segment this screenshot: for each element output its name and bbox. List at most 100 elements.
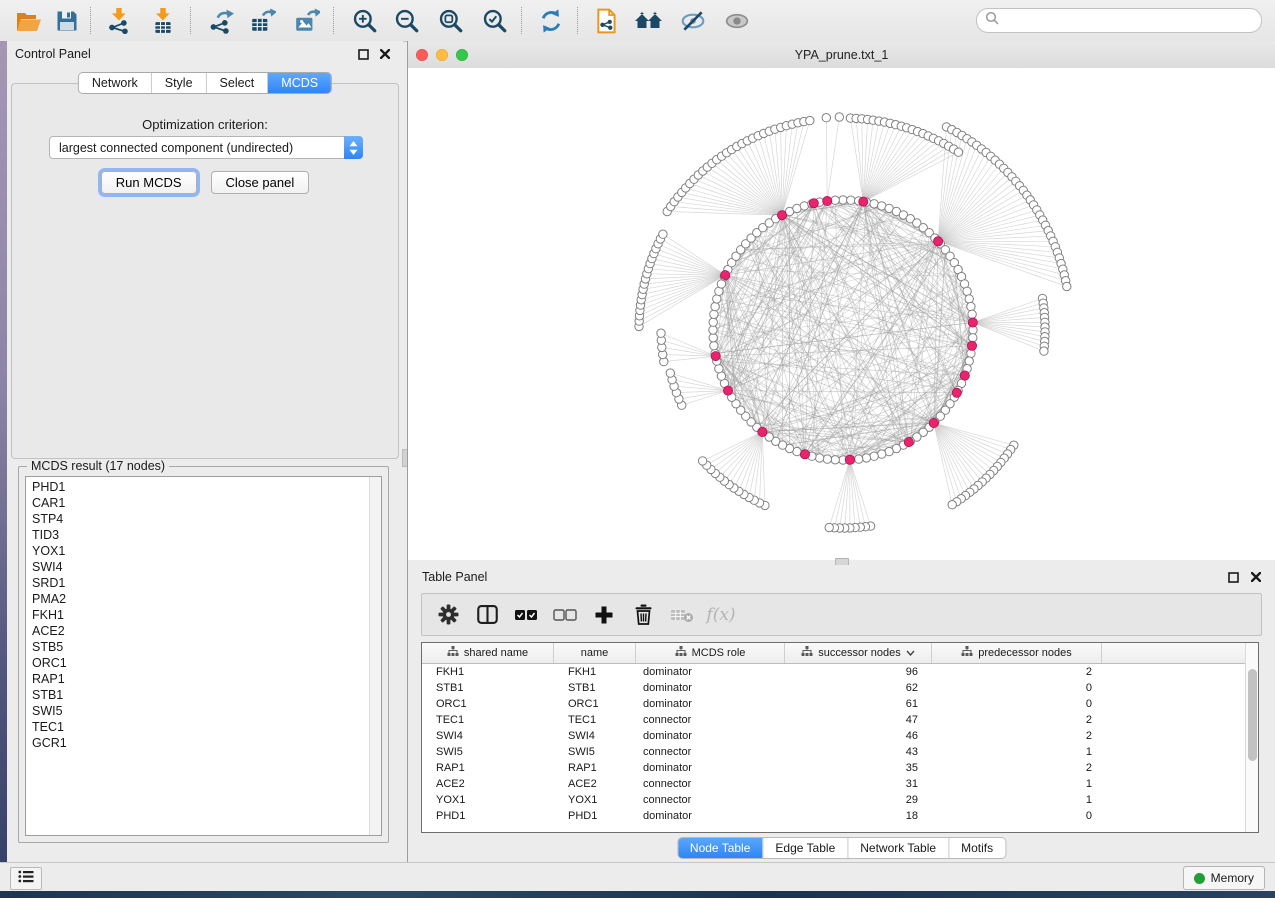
export-table-icon[interactable] [246,6,280,36]
table-row[interactable]: RAP1RAP1dominator352 [422,760,1258,776]
memory-button[interactable]: Memory [1183,866,1265,890]
import-table-icon[interactable] [146,6,180,36]
table-row[interactable]: SWI4SWI4dominator462 [422,728,1258,744]
table-cell: RAP1 [554,762,636,774]
gear-icon[interactable] [436,603,460,627]
column-label: predecessor nodes [978,647,1072,659]
table-header-row[interactable]: shared namenameMCDS rolesuccessor nodes p… [422,643,1258,664]
float-window-icon[interactable] [1227,571,1239,583]
table-cell: 0 [932,682,1102,694]
mcds-result-item[interactable]: SWI4 [32,559,381,575]
control-panel-tabbar: NetworkStyleSelectMCDS [78,72,332,94]
mcds-result-item[interactable]: STP4 [32,511,381,527]
refresh-layout-icon[interactable] [534,6,568,36]
control-panel-title: Control Panel [7,47,91,61]
float-window-icon[interactable] [357,48,369,60]
table-row[interactable]: ORC1ORC1dominator610 [422,696,1258,712]
table-cell: dominator [636,666,785,678]
column-visibility-icon[interactable] [475,603,499,627]
table-cell: ORC1 [422,698,554,710]
table-row[interactable]: STB1STB1dominator620 [422,680,1258,696]
close-panel-button[interactable]: Close panel [211,171,310,194]
table-row[interactable]: ACE2ACE2connector311 [422,776,1258,792]
table-cell: 96 [785,666,932,678]
table-body[interactable]: FKH1FKH1dominator962STB1STB1dominator620… [422,664,1258,824]
criterion-dropdown[interactable]: largest connected component (undirected) [49,136,363,159]
add-icon[interactable] [592,603,616,627]
mcds-result-item[interactable]: ACE2 [32,623,381,639]
export-image-icon[interactable] [290,6,324,36]
mcds-result-item[interactable]: STB1 [32,687,381,703]
application-window: Control Panel NetworkStyleSelectMCDS Opt… [0,0,1275,898]
deselect-all-icon[interactable] [553,603,577,627]
open-folder-icon[interactable] [12,6,46,36]
delete-icon[interactable] [631,603,655,627]
search-input[interactable] [976,8,1262,33]
table-row[interactable]: PHD1PHD1dominator180 [422,808,1258,824]
table-cell: PHD1 [422,810,554,822]
mcds-result-item[interactable]: YOX1 [32,543,381,559]
table-row[interactable]: TEC1TEC1connector472 [422,712,1258,728]
tab-network[interactable]: Network [79,73,151,93]
mcds-result-item[interactable]: STB5 [32,639,381,655]
mcds-result-item[interactable]: TEC1 [32,719,381,735]
task-history-button[interactable] [10,867,42,890]
toolbar-separator [90,7,91,34]
zoom-selected-icon[interactable] [478,6,512,36]
tab-edge-table[interactable]: Edge Table [762,838,847,858]
column-header-predecessor-nodes[interactable]: predecessor nodes [932,643,1102,663]
tab-motifs[interactable]: Motifs [948,838,1005,858]
table-cell: 0 [932,810,1102,822]
column-header-name[interactable]: name [554,643,636,663]
run-mcds-button[interactable]: Run MCDS [101,171,197,194]
mcds-result-item[interactable]: GCR1 [32,735,381,751]
mcds-result-item[interactable]: FKH1 [32,607,381,623]
hide-selected-icon[interactable] [676,6,710,36]
column-header-MCDS-role[interactable]: MCDS role [636,643,785,663]
clone-network-icon[interactable] [590,6,624,36]
table-cell: PHD1 [554,810,636,822]
show-all-icon[interactable] [720,6,754,36]
export-network-icon[interactable] [204,6,238,36]
column-header-shared-name[interactable]: shared name [422,643,554,663]
network-window-titlebar[interactable]: YPA_prune.txt_1 [408,41,1275,69]
mcds-result-item[interactable]: SWI5 [32,703,381,719]
zoom-in-icon[interactable] [348,6,382,36]
save-icon[interactable] [50,6,84,36]
mcds-result-item[interactable]: RAP1 [32,671,381,687]
close-icon[interactable] [379,48,391,60]
tab-select[interactable]: Select [206,73,268,93]
import-network-icon[interactable] [102,6,136,36]
mcds-result-item[interactable]: ORC1 [32,655,381,671]
table-scrollbar[interactable] [1245,643,1258,832]
table-row[interactable]: YOX1YOX1connector291 [422,792,1258,808]
table-row[interactable]: FKH1FKH1dominator962 [422,664,1258,680]
mcds-result-item[interactable]: CAR1 [32,495,381,511]
first-neighbors-icon[interactable] [632,6,666,36]
mcds-result-item[interactable]: PMA2 [32,591,381,607]
network-view-canvas[interactable] [408,68,1275,560]
mcds-result-item[interactable]: SRD1 [32,575,381,591]
zoom-out-icon[interactable] [390,6,424,36]
tab-mcds[interactable]: MCDS [267,73,331,93]
delete-table-icon [670,603,694,627]
table-scrollbar-thumb[interactable] [1248,669,1257,761]
mcds-result-list[interactable]: PHD1CAR1STP4TID3YOX1SWI4SRD1PMA2FKH1ACE2… [25,476,382,836]
table-cell: ACE2 [554,778,636,790]
table-row[interactable]: SWI5SWI5connector431 [422,744,1258,760]
tab-node-table[interactable]: Node Table [678,838,763,858]
search-field[interactable] [1000,10,1261,32]
list-scrollbar[interactable] [369,477,381,835]
zoom-fit-icon[interactable] [434,6,468,36]
mcds-result-item[interactable]: TID3 [32,527,381,543]
select-all-icon[interactable] [514,603,538,627]
shared-column-icon [447,646,459,660]
tab-style[interactable]: Style [151,73,206,93]
column-header-successor-nodes[interactable]: successor nodes [785,643,932,663]
network-canvas-svg [408,68,1275,560]
node-table[interactable]: shared namenameMCDS rolesuccessor nodes p… [421,642,1259,833]
mcds-result-item[interactable]: PHD1 [32,479,381,495]
table-panel: Table Panel [408,565,1275,862]
tab-network-table[interactable]: Network Table [847,838,948,858]
close-icon[interactable] [1250,571,1262,583]
